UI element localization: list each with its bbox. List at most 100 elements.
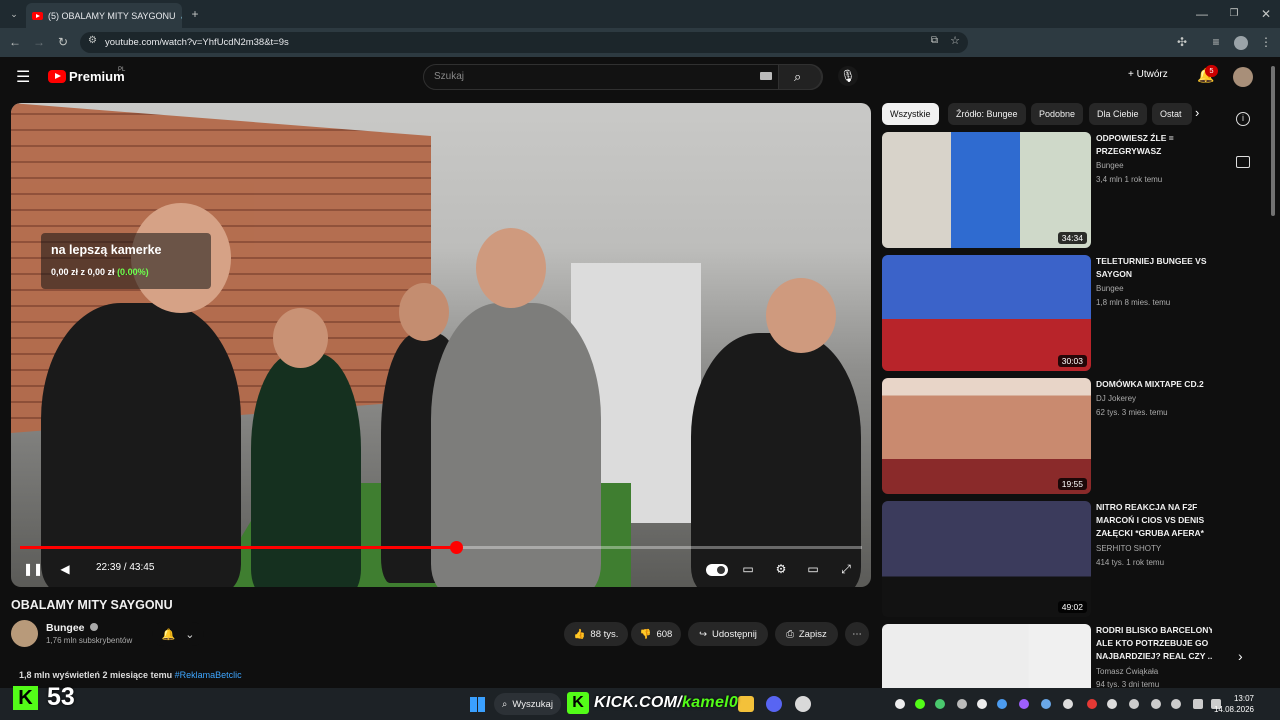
account-avatar[interactable] <box>1233 67 1253 87</box>
hamburger-menu-icon[interactable]: ☰ <box>16 67 30 87</box>
recommendation-item[interactable]: 49:02 NITRO REAKCJA NA F2F MARCOŃ I CIOS… <box>882 501 1212 617</box>
info-icon[interactable]: i <box>1236 112 1250 126</box>
settings-gear-icon[interactable]: ⚙ <box>772 560 790 578</box>
chrome-icon[interactable] <box>795 696 811 712</box>
video-duration: 34:34 <box>1057 232 1087 244</box>
chevron-right-icon[interactable]: › <box>1238 648 1243 664</box>
progress-bar[interactable] <box>20 541 862 554</box>
subscription-bell-button[interactable]: 🔔 ⌄ <box>152 622 204 646</box>
close-window-icon[interactable]: ✕ <box>1256 4 1276 24</box>
tray-icon[interactable] <box>997 699 1007 709</box>
dislike-button[interactable]: 👎 608 <box>631 622 681 646</box>
recommendation-item[interactable]: RODRI BLISKO BARCELONY, ALE KTO POTRZEBU… <box>882 624 1212 688</box>
more-actions-button[interactable]: ⋯ <box>845 622 869 646</box>
tab-search-icon[interactable]: ⌄ <box>4 4 24 24</box>
tray-icon[interactable] <box>1151 699 1161 709</box>
tray-icon[interactable] <box>1041 699 1051 709</box>
fullscreen-icon[interactable]: ⤢ <box>837 560 855 578</box>
pause-icon[interactable]: ❚❚ <box>23 560 43 578</box>
new-tab-button[interactable]: + <box>185 4 205 24</box>
back-icon[interactable]: ← <box>5 32 25 52</box>
chat-icon[interactable] <box>1236 156 1250 168</box>
tray-icon[interactable] <box>915 699 925 709</box>
recommendation-title[interactable]: NITRO REAKCJA NA F2F MARCOŃ I CIOS VS DE… <box>1096 501 1216 540</box>
taskbar-search[interactable]: ⌕ Wyszukaj <box>494 693 561 715</box>
create-button[interactable]: + Utwórz <box>1128 69 1168 80</box>
volume-icon[interactable]: ◀ <box>56 560 74 578</box>
video-thumbnail[interactable]: 30:03 <box>882 255 1091 371</box>
recommendation-channel[interactable]: Bungee <box>1096 284 1124 293</box>
search-input[interactable]: Szukaj <box>434 71 464 82</box>
system-clock[interactable]: 13:07 14.08.2026 <box>1214 693 1254 715</box>
site-info-icon[interactable]: ⚙ <box>88 35 97 46</box>
video-duration: 30:03 <box>1057 355 1087 367</box>
microphone-icon[interactable] <box>1171 699 1181 709</box>
scrollbar-thumb[interactable] <box>1271 66 1275 216</box>
discord-icon[interactable] <box>766 696 782 712</box>
chip-related[interactable]: Podobne <box>1031 103 1084 125</box>
tab-audio-icon[interactable]: 🔊 <box>181 10 182 21</box>
search-button[interactable]: ⌕ <box>778 64 822 90</box>
share-button[interactable]: ↪ Udostępnij <box>688 622 768 646</box>
tray-icon[interactable] <box>1107 699 1117 709</box>
chip-all[interactable]: Wszystkie <box>882 103 939 125</box>
tray-icon[interactable] <box>1129 699 1139 709</box>
description-box[interactable]: 1,8 mln wyświetleń 2 miesiące temu #Rekl… <box>11 660 871 690</box>
tray-icon[interactable] <box>895 699 905 709</box>
recommendation-item[interactable]: 30:03 TELETURNIEJ BUNGEE VS SAYGON Bunge… <box>882 255 1212 371</box>
voice-search-icon[interactable]: 🎙 <box>838 66 858 86</box>
save-button[interactable]: ⎙ Zapisz <box>775 622 838 646</box>
recommendation-channel[interactable]: DJ Jokerey <box>1096 394 1136 403</box>
network-icon[interactable] <box>1193 699 1203 709</box>
recommendation-item[interactable]: 19:55 DOMÓWKA MIXTAPE CD.2 DJ Jokerey 62… <box>882 378 1212 494</box>
install-app-icon[interactable]: ⧉ <box>931 35 938 46</box>
subtitles-icon[interactable]: ▭ <box>739 560 757 578</box>
autoplay-toggle[interactable] <box>706 564 728 576</box>
chip-recent[interactable]: Ostat <box>1152 103 1192 125</box>
profile-avatar[interactable] <box>1234 36 1248 50</box>
keyboard-icon[interactable] <box>760 72 772 80</box>
chip-source[interactable]: Źródło: Bungee <box>948 103 1026 125</box>
video-thumbnail[interactable]: 19:55 <box>882 378 1091 494</box>
tray-icon[interactable] <box>1019 699 1029 709</box>
hashtag-link[interactable]: #ReklamaBetclic <box>175 670 242 680</box>
reload-icon[interactable]: ↻ <box>53 32 73 52</box>
theater-mode-icon[interactable]: ▭ <box>804 560 822 578</box>
maximize-icon[interactable]: ❐ <box>1224 4 1244 24</box>
tray-icon[interactable] <box>1087 699 1097 709</box>
extensions-puzzle-icon[interactable]: ✣ <box>1172 32 1192 52</box>
youtube-logo-icon[interactable] <box>48 70 66 83</box>
recommendation-title[interactable]: ODPOWIESZ ŹLE = PRZEGRYWASZ <box>1096 132 1216 158</box>
video-player[interactable]: na lepszą kamerke 0,00 zł z 0,00 zł (0.0… <box>11 103 871 587</box>
recommendation-title[interactable]: DOMÓWKA MIXTAPE CD.2 <box>1096 378 1216 391</box>
search-icon: ⌕ <box>502 698 508 710</box>
chip-for-you[interactable]: Dla Ciebie <box>1089 103 1147 125</box>
url-bar[interactable]: ⚙ youtube.com/watch?v=YhfUcdN2m38&t=9s ⧉… <box>80 32 968 53</box>
video-thumbnail[interactable]: 49:02 <box>882 501 1091 617</box>
channel-name[interactable]: Bungee <box>46 622 99 634</box>
like-button[interactable]: 👍 88 tys. <box>564 622 628 646</box>
tray-icon[interactable] <box>935 699 945 709</box>
minimize-icon[interactable]: — <box>1192 4 1212 24</box>
tray-icon[interactable] <box>1063 699 1073 709</box>
browser-menu-icon[interactable]: ⋮ <box>1256 32 1276 52</box>
search-box[interactable]: Szukaj ⌕ <box>423 64 823 90</box>
tray-icon[interactable] <box>957 699 967 709</box>
recommendation-item[interactable]: 34:34 ODPOWIESZ ŹLE = PRZEGRYWASZ Bungee… <box>882 132 1212 248</box>
recommendation-title[interactable]: TELETURNIEJ BUNGEE VS SAYGON <box>1096 255 1216 281</box>
reading-list-icon[interactable]: ≡ <box>1206 32 1226 52</box>
channel-avatar[interactable] <box>11 620 38 647</box>
recommendation-channel[interactable]: SERHITO SHOTY <box>1096 544 1161 553</box>
windows-start-icon[interactable] <box>470 697 485 712</box>
recommendation-channel[interactable]: Tomasz Ćwiąkała <box>1096 667 1158 676</box>
tray-icon[interactable] <box>977 699 987 709</box>
video-thumbnail[interactable] <box>882 624 1091 688</box>
bookmark-star-icon[interactable]: ☆ <box>950 34 960 47</box>
chevron-right-icon[interactable]: › <box>1195 105 1199 120</box>
forward-icon[interactable]: → <box>29 32 49 52</box>
recommendation-title[interactable]: RODRI BLISKO BARCELONY, ALE KTO POTRZEBU… <box>1096 624 1212 663</box>
recommendation-channel[interactable]: Bungee <box>1096 161 1124 170</box>
video-thumbnail[interactable]: 34:34 <box>882 132 1091 248</box>
browser-tab[interactable]: (5) OBALAMY MITY SAYGONU 🔊 ✕ <box>26 3 182 28</box>
youtube-premium-logo-text[interactable]: Premium <box>69 69 125 84</box>
